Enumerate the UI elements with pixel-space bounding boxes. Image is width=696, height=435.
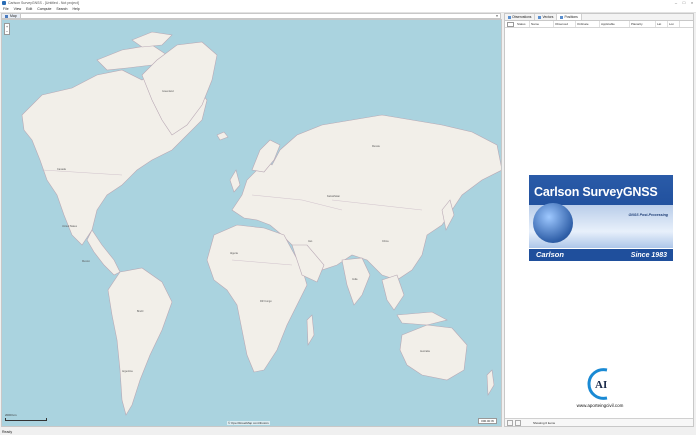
africa-shape [206,224,308,373]
southeast-asia-shape [381,274,405,311]
menu-compute[interactable]: Compute [37,7,51,11]
label-russia: Russia [372,145,380,148]
prev-page-button[interactable] [515,419,521,426]
column-applicable[interactable]: Applicable [600,21,630,27]
banner-subtitle: GNSS Post-Processing [628,213,668,217]
globe-icon [533,203,573,243]
menu-search[interactable]: Search [56,7,67,11]
south-america-shape [107,267,173,416]
label-brazil: Brazil [137,310,144,313]
scale-label: 2000 km [5,413,17,417]
website-text: www.aporteingcivil.com [576,403,624,408]
vectors-icon [538,15,542,19]
new-zealand-shape [486,369,495,397]
tab-vectors-label: Vectors [542,15,554,19]
tab-positions[interactable]: Positions [557,14,582,20]
label-congo: DR Congo [260,300,272,303]
world-map[interactable]: Canada United States Greenland Mexico Br… [1,19,502,427]
column-lon[interactable]: Lon [668,21,680,27]
status-bar: Ready [0,429,696,435]
positions-icon [560,15,564,19]
column-lat[interactable]: Lat [656,21,668,27]
label-iran: Iran [308,240,313,243]
observations-icon [508,15,511,19]
product-banner: Carlson SurveyGNSS GNSS Post-Processing … [529,175,673,261]
ai-logo-icon: AI [587,368,608,400]
right-panel: Observations Vectors Positions Status Na… [504,13,694,427]
tab-vectors[interactable]: Vectors [535,14,558,20]
tab-observations[interactable]: Observations [505,14,536,20]
label-australia: Australia [420,350,430,353]
banner-brand: Carlson [536,250,564,259]
tab-map[interactable]: Map [2,14,21,18]
table-header: Status Name Observed Ordinate Applicable… [505,21,693,28]
banner-title: Carlson SurveyGNSS [534,185,658,199]
right-panel-statusbar: Showing 0 items [505,418,693,426]
tab-positions-label: Positions [564,15,578,19]
label-united-states: United States [62,225,78,228]
india-shape [341,257,371,306]
uk-shape [229,169,241,193]
zoom-control: + − [4,23,10,35]
central-america-shape [86,229,121,276]
label-argentina: Argentina [122,370,133,373]
column-observed[interactable]: Observed [554,21,576,27]
label-china: China [382,240,389,243]
tab-map-label: Map [10,14,17,18]
status-text: Ready [2,430,13,434]
banner-since: Since 1983 [630,252,667,259]
madagascar-shape [306,314,315,347]
column-name[interactable]: Name [530,21,554,27]
column-ordinate[interactable]: Ordinate [576,21,600,27]
menu-help[interactable]: Help [73,7,80,11]
map-icon [5,14,8,18]
arctic-islands-shape [131,31,173,48]
label-kazakhstan: Kazakhstan [327,195,341,198]
label-mexico: Mexico [82,260,90,263]
zoom-out-button[interactable]: − [5,29,9,34]
scale-bar: 2000 km [5,413,47,421]
menu-edit[interactable]: Edit [26,7,32,11]
map-attribution[interactable]: © OpenStreetMap contributors [227,421,270,425]
chevron-down-icon[interactable]: ▾ [494,14,500,19]
tab-observations-label: Observations [512,15,532,19]
label-algeria: Algeria [230,252,238,255]
column-status[interactable]: Status [516,21,530,27]
indonesia-shape [396,311,448,326]
select-all-checkbox[interactable] [507,21,514,27]
scale-bar-line [5,418,47,421]
label-india: India [352,278,358,281]
window-title: Carlson SurveyGNSS - [Untitled - Not pro… [8,1,79,5]
logo-text: AI [595,379,607,391]
column-planarity[interactable]: Planarity [630,21,656,27]
first-page-button[interactable] [507,419,513,426]
world-map-canvas [21,31,501,416]
coordinate-readout: 000.00 W [478,418,497,424]
label-canada: Canada [57,168,66,171]
label-greenland: Greenland [162,90,174,93]
right-panel-tabs: Observations Vectors Positions [505,14,693,21]
menu-file[interactable]: File [3,7,9,11]
menu-view[interactable]: View [14,7,22,11]
items-count-text: Showing 0 items [533,420,556,425]
australia-shape [399,324,468,381]
menu-bar: File View Edit Compute Search Help [0,6,696,13]
app-icon [2,1,6,5]
iceland-shape [216,131,229,141]
